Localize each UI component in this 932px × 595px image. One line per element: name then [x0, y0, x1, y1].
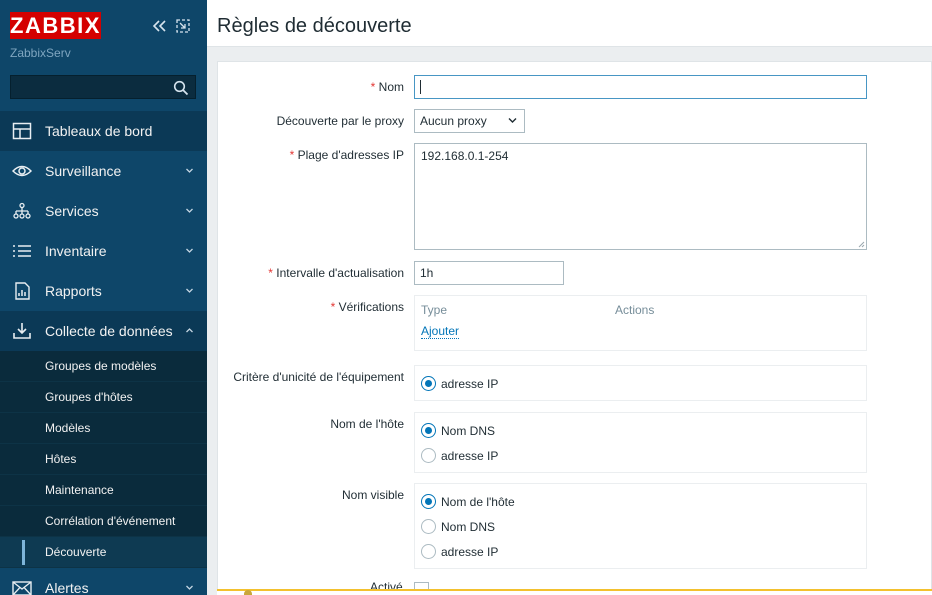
nav-item-reports[interactable]: Rapports	[0, 271, 207, 311]
radio-button[interactable]	[421, 544, 436, 559]
submenu-label: Groupes d'hôtes	[45, 390, 133, 404]
nav-label: Tableaux de bord	[45, 123, 153, 139]
interval-input[interactable]: 1h	[414, 261, 564, 285]
submenu-item-maintenance[interactable]: Maintenance	[0, 475, 207, 506]
kiosk-mode-icon[interactable]	[176, 19, 190, 33]
submenu-item-templates[interactable]: Modèles	[0, 413, 207, 444]
checks-col-actions: Actions	[615, 303, 655, 317]
chevron-down-icon	[186, 168, 193, 173]
nav-item-monitoring[interactable]: Surveillance	[0, 151, 207, 191]
download-icon	[13, 323, 31, 339]
nav-item-alerts[interactable]: Alertes	[0, 568, 207, 595]
name-input[interactable]	[414, 75, 867, 99]
chevron-down-icon	[186, 288, 193, 293]
submenu-item-template-groups[interactable]: Groupes de modèles	[0, 351, 207, 382]
chevron-down-icon	[186, 208, 193, 213]
report-icon	[15, 282, 30, 300]
checks-table: Type Actions Ajouter	[414, 295, 867, 351]
radio-button[interactable]	[421, 423, 436, 438]
visible-name-radio-group: Nom de l'hôte Nom DNS adresse IP	[414, 483, 867, 569]
submenu-label: Hôtes	[45, 452, 77, 466]
nav-item-services[interactable]: Services	[0, 191, 207, 231]
services-icon	[13, 202, 31, 219]
zabbix-logo[interactable]: ZABBIX	[10, 12, 101, 39]
page-header: Règles de découverte	[207, 0, 932, 47]
page-title: Règles de découverte	[217, 15, 412, 37]
mail-icon	[12, 581, 32, 595]
checks-label: Vérifications	[300, 300, 404, 314]
chevron-down-icon	[186, 585, 193, 590]
radio-label: Nom de l'hôte	[441, 495, 515, 509]
dashboard-icon	[12, 122, 32, 140]
list-icon	[13, 245, 31, 257]
submenu-item-host-groups[interactable]: Groupes d'hôtes	[0, 382, 207, 413]
submenu-item-discovery[interactable]: Découverte	[0, 537, 207, 568]
submenu-label: Groupes de modèles	[45, 359, 157, 373]
eye-icon	[12, 165, 32, 177]
host-name-radio-group: Nom DNS adresse IP	[414, 412, 867, 473]
uniqueness-radio-group: adresse IP	[414, 365, 867, 401]
uniqueness-label: Critère d'unicité de l'équipement	[233, 370, 404, 384]
submenu-label: Maintenance	[45, 483, 114, 497]
nav-item-dashboards[interactable]: Tableaux de bord	[0, 111, 207, 151]
proxy-select[interactable]: Aucun proxy	[414, 109, 525, 133]
search-icon[interactable]	[173, 80, 189, 96]
nav-label: Surveillance	[45, 163, 122, 179]
main-nav: Tableaux de bord Surveillance Services I…	[0, 111, 207, 595]
visible-name-label: Nom visible	[341, 488, 404, 502]
server-name: ZabbixServ	[10, 46, 71, 60]
nav-item-data-collection[interactable]: Collecte de données	[0, 311, 207, 351]
chevron-down-icon	[508, 118, 517, 123]
submenu-label: Modèles	[45, 421, 91, 435]
name-label: Nom	[300, 80, 404, 94]
proxy-label: Découverte par le proxy	[276, 114, 404, 128]
submenu-item-hosts[interactable]: Hôtes	[0, 444, 207, 475]
radio-button[interactable]	[421, 519, 436, 534]
data-collection-submenu: Groupes de modèles Groupes d'hôtes Modèl…	[0, 351, 207, 568]
interval-label: Intervalle d'actualisation	[240, 266, 404, 280]
bottom-warning-bar	[217, 589, 932, 595]
radio-button[interactable]	[421, 376, 436, 391]
proxy-select-value: Aucun proxy	[420, 114, 487, 128]
nav-label: Alertes	[45, 580, 89, 595]
ip-range-value: 192.168.0.1-254	[421, 149, 509, 163]
submenu-label: Corrélation d'événement	[45, 514, 176, 528]
brand-row: ZABBIX	[10, 12, 198, 42]
checks-col-type: Type	[421, 303, 448, 317]
nav-item-inventory[interactable]: Inventaire	[0, 231, 207, 271]
ip-range-label: Plage d'adresses IP	[260, 148, 404, 162]
resize-handle-icon[interactable]	[858, 241, 865, 248]
submenu-label: Découverte	[45, 545, 107, 559]
chevron-down-icon	[186, 248, 193, 253]
nav-label: Inventaire	[45, 243, 107, 259]
nav-label: Services	[45, 203, 99, 219]
submenu-item-event-correlation[interactable]: Corrélation d'événement	[0, 506, 207, 537]
nav-label: Rapports	[45, 283, 102, 299]
ip-range-textarea[interactable]: 192.168.0.1-254	[414, 143, 867, 250]
radio-label: Nom DNS	[441, 520, 496, 534]
nav-label: Collecte de données	[45, 323, 173, 339]
text-caret	[420, 80, 421, 94]
host-name-label: Nom de l'hôte	[330, 417, 404, 431]
radio-label: adresse IP	[441, 377, 499, 391]
radio-label: adresse IP	[441, 449, 499, 463]
chevron-up-icon	[186, 328, 193, 333]
radio-label: adresse IP	[441, 545, 499, 559]
sidebar-search-input[interactable]	[10, 75, 196, 99]
add-check-link[interactable]: Ajouter	[421, 325, 460, 339]
bottom-bar-icon	[244, 590, 252, 595]
radio-button[interactable]	[421, 448, 436, 463]
radio-button[interactable]	[421, 494, 436, 509]
radio-label: Nom DNS	[441, 424, 496, 438]
sidebar: ZABBIX ZabbixServ Tableaux de bord Surve…	[0, 0, 207, 595]
collapse-sidebar-icon[interactable]	[150, 17, 168, 35]
